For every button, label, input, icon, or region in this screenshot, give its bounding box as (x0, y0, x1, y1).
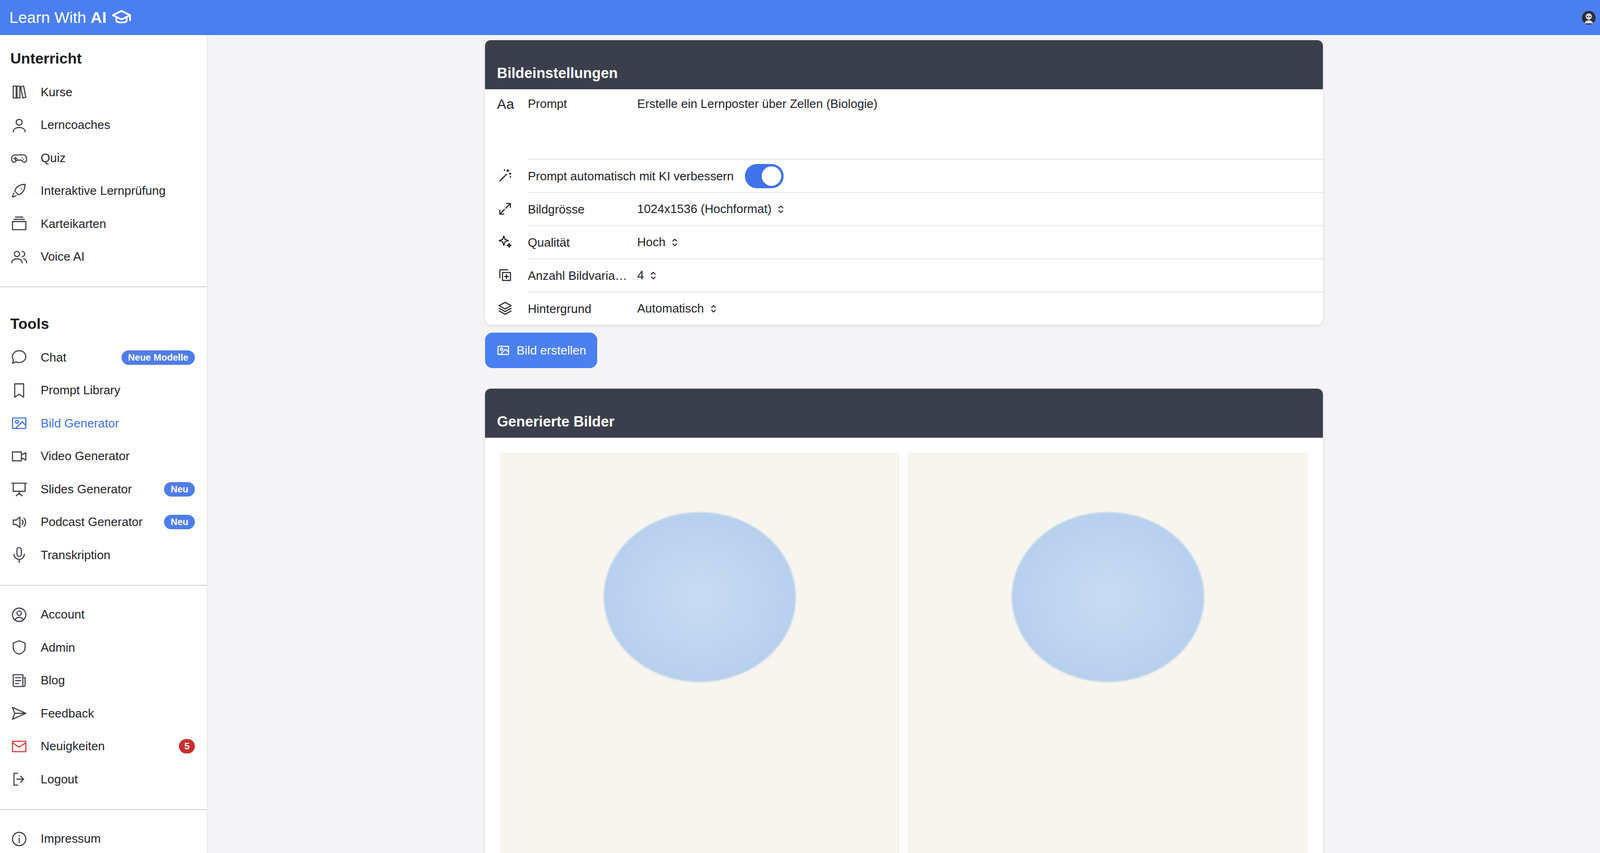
sidebar-item[interactable]: Lerncoaches (0, 108, 208, 143)
sidebar-item[interactable]: Feedback (0, 697, 208, 731)
shield-icon (10, 638, 29, 657)
sidebar-section: Tools Chat Neue Modelle Prompt Library B… (0, 286, 208, 586)
chat-icon (10, 348, 29, 367)
sidebar-item[interactable]: Transkription (0, 538, 208, 572)
section-heading: Unterricht (0, 49, 208, 68)
cap-icon (111, 7, 132, 29)
setting-row: Aa Prompt Erstelle ein Lernposter über Z… (485, 89, 1323, 159)
sidebar-section: Unterricht Kurse Lerncoaches Quiz Intera… (0, 35, 208, 287)
select-field[interactable]: Hoch (637, 235, 681, 250)
resize-icon (497, 200, 514, 217)
setting-label: Anzahl Bildvaria… (528, 268, 638, 283)
info-icon (10, 830, 29, 849)
sidebar-item[interactable]: Logout (0, 763, 208, 797)
rocket-icon (10, 182, 29, 200)
plus-square-icon (497, 267, 514, 284)
sidebar-item[interactable]: Kurse (0, 75, 208, 109)
select-field[interactable]: 4 (637, 268, 659, 283)
sidebar-item[interactable]: Prompt Library (0, 374, 208, 408)
chevrons-icon (707, 303, 720, 315)
setting-label: Bildgrösse (528, 202, 638, 217)
speaker-icon (10, 513, 29, 532)
sidebar-item[interactable]: Neuigkeiten 5 (0, 730, 208, 764)
chevrons-icon (775, 203, 787, 215)
app-title: Learn With AI (9, 8, 107, 27)
select-field[interactable]: 1024x1536 (Hochformat) (637, 201, 787, 217)
gamepad-icon (10, 149, 29, 167)
avatar-icon (1581, 10, 1597, 26)
cards-icon (10, 214, 29, 233)
setting-label: Hintergrund (528, 301, 638, 316)
presentation-icon (10, 480, 29, 499)
main-content: Bildeinstellungen Aa Prompt Erstelle ein… (207, 35, 1600, 853)
mic-icon (10, 546, 29, 565)
badge: Neu (164, 514, 195, 530)
panel-header: Bildeinstellungen (485, 40, 1323, 90)
wand-icon (497, 167, 514, 184)
sidebar-item[interactable]: Video Generator (0, 440, 208, 474)
sidebar-item[interactable]: Interaktive Lernprüfung (0, 174, 208, 208)
section-heading: Tools (0, 314, 208, 333)
gallery-panel: Generierte Bilder (485, 388, 1323, 853)
newspaper-icon (10, 671, 29, 690)
avatar[interactable] (1581, 10, 1597, 26)
mail-icon (10, 737, 29, 756)
app: Learn With AI Unterricht Kurse Lerncoach… (0, 0, 1600, 853)
sidebar-item[interactable]: Impressum (0, 822, 208, 853)
select-field[interactable]: Automatisch (637, 301, 720, 316)
badge: Neue Modelle (121, 350, 195, 365)
settings-panel: Bildeinstellungen Aa Prompt Erstelle ein… (485, 40, 1323, 325)
brand[interactable]: Learn With AI (9, 7, 132, 29)
image-icon (496, 343, 511, 358)
setting-label: Prompt automatisch mit KI verbessern (528, 169, 746, 184)
panel-title: Generierte Bilder (497, 412, 615, 432)
sidebar-section: Impressum (0, 809, 208, 853)
toggle-knob (761, 166, 782, 186)
sidebar-item[interactable]: Bild Generator (0, 407, 208, 441)
sidebar-item[interactable]: Slides Generator Neu (0, 472, 208, 507)
setting-row: Bildgrösse 1024x1536 (Hochformat) (485, 192, 1323, 226)
setting-label: Prompt (528, 96, 638, 111)
logout-icon (10, 770, 29, 789)
generated-image[interactable] (908, 453, 1308, 853)
sidebar-item[interactable]: Blog (0, 664, 208, 698)
generated-image[interactable] (500, 453, 900, 853)
badge: 5 (178, 739, 195, 754)
user-icon (10, 116, 29, 135)
users-icon (10, 248, 29, 266)
bookmark-icon (10, 381, 29, 400)
send-icon (10, 704, 29, 723)
sparkles-icon (497, 234, 514, 250)
video-icon (10, 447, 29, 466)
sidebar-item[interactable]: Karteikarten (0, 207, 208, 241)
toggle-switch[interactable] (744, 164, 784, 189)
sidebar: Unterricht Kurse Lerncoaches Quiz Intera… (0, 35, 208, 853)
sidebar-item[interactable]: Voice AI (0, 240, 208, 274)
image-icon (10, 414, 29, 433)
badge: Neu (164, 482, 195, 497)
sidebar-item[interactable]: Quiz (0, 141, 208, 175)
prompt-field[interactable]: Erstelle ein Lernposter über Zellen (Bio… (637, 96, 1311, 149)
books-icon (10, 83, 29, 101)
create-image-button[interactable]: Bild erstellen (485, 332, 598, 369)
setting-row: Hintergrund Automatisch (485, 291, 1323, 325)
text-icon: Aa (497, 94, 515, 114)
sidebar-item[interactable]: Admin (0, 631, 208, 665)
top-bar: Learn With AI (0, 0, 1600, 36)
account-icon (10, 606, 29, 624)
sidebar-section: Account Admin Blog Feedback Neuigkeiten … (0, 585, 208, 810)
panel-header: Generierte Bilder (485, 388, 1323, 438)
sidebar-item[interactable]: Podcast Generator Neu (0, 506, 208, 540)
chevrons-icon (669, 236, 681, 249)
setting-row: Qualität Hoch (485, 225, 1323, 259)
setting-label: Qualität (528, 235, 638, 250)
sidebar-item[interactable]: Chat Neue Modelle (0, 341, 208, 375)
sidebar-item[interactable]: Account (0, 598, 208, 632)
setting-row: Prompt automatisch mit KI verbessern (485, 158, 1323, 193)
layers-icon (497, 300, 514, 317)
panel-title: Bildeinstellungen (497, 64, 618, 83)
chevrons-icon (647, 270, 659, 282)
setting-row: Anzahl Bildvaria… 4 (485, 258, 1323, 292)
